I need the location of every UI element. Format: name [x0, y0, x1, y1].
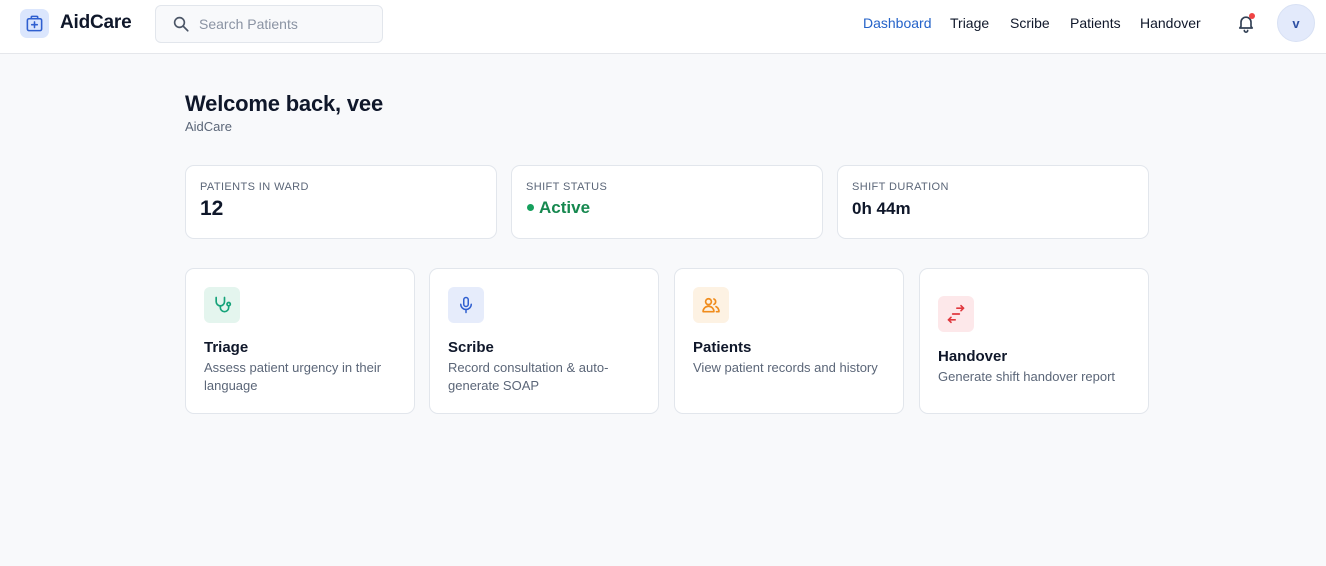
stat-label: SHIFT STATUS [526, 181, 608, 193]
card-triage[interactable]: Triage Assess patient urgency in their l… [185, 268, 415, 414]
card-scribe[interactable]: Scribe Record consultation & auto-genera… [429, 268, 659, 414]
app-name[interactable]: AidCare [60, 12, 132, 34]
stat-value: 12 [200, 197, 224, 220]
microphone-icon [448, 287, 484, 323]
stethoscope-icon [204, 287, 240, 323]
nav-triage[interactable]: Triage [950, 15, 989, 31]
stat-value: Active [539, 198, 591, 217]
user-avatar[interactable]: v [1277, 4, 1315, 42]
card-description: Generate shift handover report [938, 369, 1116, 384]
stat-label: PATIENTS IN WARD [200, 181, 309, 193]
stat-value: 0h 44m [852, 199, 911, 218]
card-handover[interactable]: Handover Generate shift handover report [919, 268, 1149, 414]
nav-patients[interactable]: Patients [1070, 15, 1121, 31]
card-title: Patients [693, 339, 752, 356]
users-icon [693, 287, 729, 323]
card-patients[interactable]: Patients View patient records and histor… [674, 268, 904, 414]
swap-arrows-icon [938, 296, 974, 332]
welcome-heading: Welcome back, vee [185, 91, 383, 116]
welcome-subtitle: AidCare [185, 119, 232, 134]
card-description: View patient records and history [693, 360, 878, 375]
notification-badge [1249, 13, 1255, 19]
medical-kit-icon[interactable] [20, 9, 49, 38]
search-input[interactable] [199, 6, 374, 42]
card-title: Scribe [448, 339, 494, 356]
nav-dashboard[interactable]: Dashboard [863, 15, 932, 31]
stat-label: SHIFT DURATION [852, 181, 949, 193]
card-description: Record consultation & auto-generate SOAP [448, 360, 609, 393]
stat-card-patients-in-ward: PATIENTS IN WARD 12 [185, 165, 497, 239]
card-title: Handover [938, 348, 1008, 365]
top-navigation-bar: AidCare Dashboard Triage Scribe Patients… [0, 0, 1326, 54]
card-description: Assess patient urgency in their language [204, 360, 382, 393]
status-indicator-dot [527, 204, 534, 211]
card-title: Triage [204, 339, 249, 356]
nav-scribe[interactable]: Scribe [1010, 15, 1050, 31]
search-box [155, 5, 383, 43]
stat-card-shift-duration: SHIFT DURATION 0h 44m [837, 165, 1149, 239]
stat-card-shift-status: SHIFT STATUS Active [511, 165, 823, 239]
search-icon [172, 15, 190, 38]
nav-handover[interactable]: Handover [1140, 15, 1201, 31]
